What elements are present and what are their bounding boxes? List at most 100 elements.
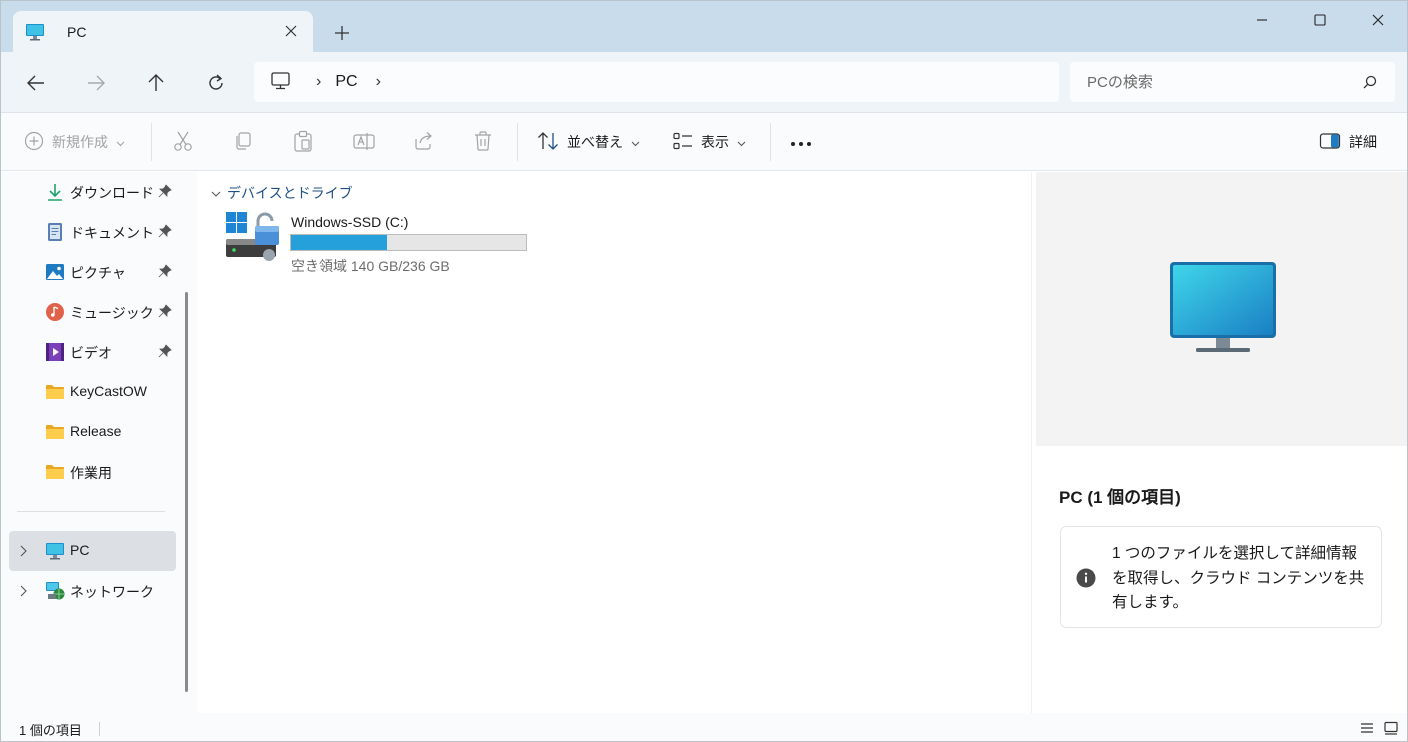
sidebar-scrollbar[interactable] [185,292,188,692]
pin-icon[interactable] [158,304,172,318]
toolbar-divider [151,123,152,161]
details-view-icon[interactable] [1359,720,1375,736]
back-button[interactable] [19,66,53,100]
sidebar-item-label: ドキュメント [70,225,154,241]
copy-button[interactable] [233,127,253,157]
search-box[interactable] [1070,62,1395,102]
pictures-icon [45,262,65,282]
sidebar-item-label: ピクチャ [70,265,126,281]
sidebar-item-label: PC [70,542,90,558]
details-pane-icon [1319,132,1341,153]
chevron-right-icon[interactable] [19,544,31,558]
sort-button[interactable]: 並べ替え [537,127,640,157]
preview-area [1036,172,1407,446]
music-icon [45,302,65,322]
sidebar-item-work[interactable]: 作業用 [9,452,176,492]
document-icon [45,222,65,242]
new-tab-button[interactable] [329,21,355,45]
tab-pc[interactable]: PC [13,11,313,52]
sidebar-item-pictures[interactable]: ピクチャ [9,252,176,292]
cut-button[interactable] [173,127,193,157]
more-options-button[interactable] [789,127,813,157]
sidebar-item-label: 作業用 [70,465,112,481]
details-info-text: 1 つのファイルを選択して詳細情報を取得し、クラウド コンテンツを共有します。 [1112,545,1365,611]
details-pane: PC (1 個の項目) 1 つのファイルを選択して詳細情報を取得し、クラウド コ… [1031,172,1407,713]
chevron-right-icon[interactable]: › [376,73,381,91]
folder-icon [45,382,65,402]
sidebar-item-documents[interactable]: ドキュメント [9,212,176,252]
sidebar-item-label: ミュージック [70,305,154,321]
chevron-down-icon [737,134,746,150]
address-bar[interactable]: › PC › [254,62,1059,102]
search-input[interactable] [1087,73,1347,91]
pin-icon[interactable] [158,184,172,198]
breadcrumb-pc[interactable]: PC [335,73,357,91]
details-title: PC (1 個の項目) [1059,488,1181,507]
sidebar-item-downloads[interactable]: ダウンロード [9,172,176,212]
new-button[interactable]: 新規作成 [24,127,125,157]
sidebar-item-release[interactable]: Release [9,412,176,452]
sidebar-item-label: ビデオ [70,345,112,361]
sidebar-item-videos[interactable]: ビデオ [9,332,176,372]
devices-drives-group-header[interactable]: デバイスとドライブ [211,183,353,203]
folder-icon [45,422,65,442]
tab-title: PC [67,23,87,40]
rename-button[interactable] [353,127,375,157]
sidebar-item-pc[interactable]: PC [9,531,176,571]
chevron-right-icon[interactable] [19,584,31,598]
monitor-icon [45,541,65,561]
network-icon [45,581,65,601]
drive-usage-bar [290,234,527,251]
view-label: 表示 [701,134,729,150]
monitor-icon [25,22,45,42]
refresh-button[interactable] [199,66,233,100]
minimize-button[interactable] [1233,1,1291,39]
pin-icon[interactable] [158,344,172,358]
view-button[interactable]: 表示 [673,127,746,157]
drive-free-space: 空き領域 140 GB/236 GB [291,258,450,274]
pin-icon[interactable] [158,264,172,278]
more-icon [789,134,813,150]
item-count: 1 個の項目 [19,723,82,738]
up-button[interactable] [139,66,173,100]
sidebar-item-network[interactable]: ネットワーク [9,571,176,611]
sidebar-divider [17,511,165,512]
toolbar-divider [770,123,771,161]
toolbar-divider [517,123,518,161]
chevron-down-icon [211,185,221,201]
drive-item-c[interactable]: Windows-SSD (C:) 空き領域 140 GB/236 GB [223,210,543,274]
share-icon [413,131,435,154]
add-icon [24,131,44,154]
forward-button[interactable] [79,66,113,100]
sidebar-item-keycastow[interactable]: KeyCastOW [9,372,176,412]
file-explorer-window: PC › PC › PCの検索 新規作成 並べ替え 表示 詳細 ダウンロード ド… [0,0,1408,742]
delete-button[interactable] [473,127,493,157]
info-icon [1076,568,1096,588]
group-label: デバイスとドライブ [227,185,353,201]
share-button[interactable] [413,127,435,157]
chevron-down-icon [631,134,640,150]
sidebar-item-label: ネットワーク [70,584,154,600]
sort-label: 並べ替え [567,134,623,150]
copy-icon [233,131,253,154]
address-row: › PC › [1,52,1407,113]
details-pane-button[interactable]: 詳細 [1319,127,1377,157]
status-bar: 1 個の項目 [1,713,1407,741]
paste-icon [293,130,313,155]
drive-usage-fill [291,235,387,250]
video-icon [45,342,65,362]
chevron-right-icon: › [316,73,322,90]
close-window-button[interactable] [1349,1,1407,39]
new-label: 新規作成 [52,134,108,150]
sidebar-item-music[interactable]: ミュージック [9,292,176,332]
large-icons-view-icon[interactable] [1383,720,1399,736]
close-tab-icon[interactable] [283,23,299,39]
monitor-icon [270,71,292,94]
chevron-down-icon [116,134,125,150]
maximize-button[interactable] [1291,1,1349,39]
monitor-icon [1168,260,1278,359]
search-icon[interactable] [1363,75,1377,89]
paste-button[interactable] [293,127,313,157]
pin-icon[interactable] [158,224,172,238]
sidebar-item-label: Release [70,423,122,439]
